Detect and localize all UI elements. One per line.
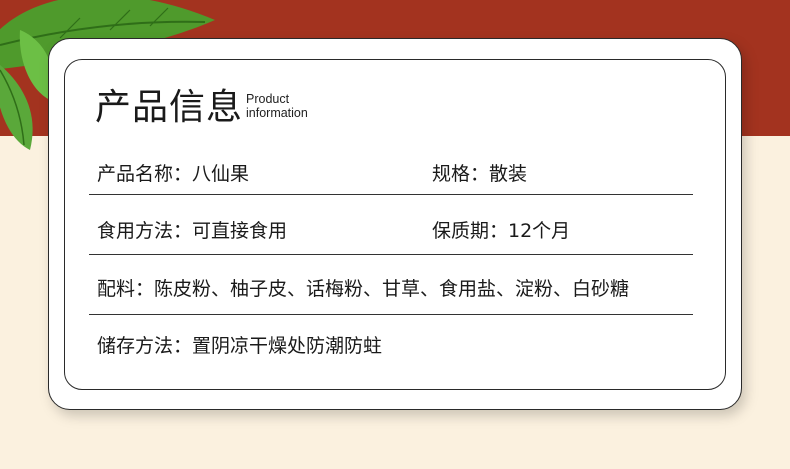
spec-text: 规格：散装	[432, 163, 528, 185]
page-subtitle-en: Product information	[246, 92, 308, 120]
row-divider	[89, 254, 693, 255]
shelf-life-text: 保质期：12个月	[432, 220, 571, 242]
row-divider	[89, 314, 693, 315]
ingredients-text: 配料：陈皮粉、柚子皮、话梅粉、甘草、食用盐、淀粉、白砂糖	[97, 278, 630, 300]
page-title: 产品信息	[95, 87, 244, 128]
subtitle-line-2: information	[246, 106, 308, 120]
product-info-inner-frame: 产品信息 Product information 产品名称：八仙果 规格：散装 …	[64, 59, 726, 390]
product-name-text: 产品名称：八仙果	[97, 163, 250, 185]
storage-text: 储存方法：置阴凉干燥处防潮防蛀	[97, 335, 383, 357]
subtitle-line-1: Product	[246, 92, 290, 106]
row-divider	[89, 194, 693, 195]
product-info-card: 产品信息 Product information 产品名称：八仙果 规格：散装 …	[48, 38, 742, 410]
usage-text: 食用方法：可直接食用	[97, 220, 288, 242]
